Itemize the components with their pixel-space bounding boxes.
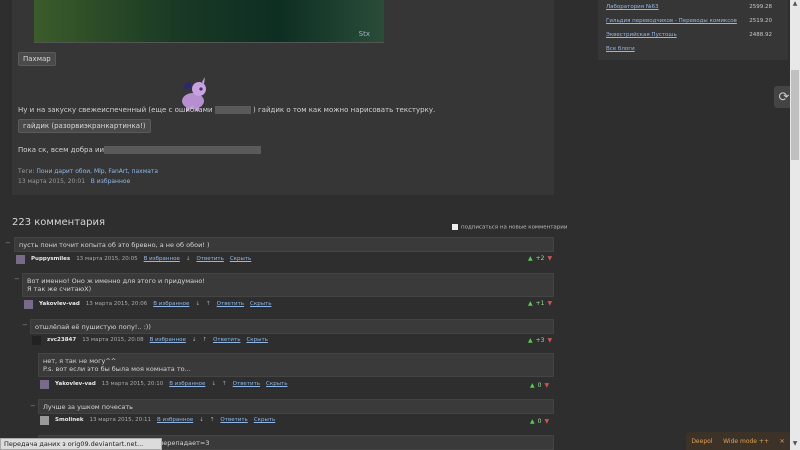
avatar[interactable] — [40, 415, 49, 425]
post-block: Stx — [12, 0, 554, 195]
arrow-down-icon[interactable]: ↓ — [195, 301, 200, 307]
browser-status-bar: Передача даних з orig09.deviantart.net..… — [0, 438, 162, 450]
sidebar-blog-rating: 2488.92 — [749, 32, 772, 38]
vote-box: ▲ +2 ▼ — [528, 255, 553, 262]
favorites-link[interactable]: В избранное — [153, 301, 189, 307]
avatar[interactable] — [16, 254, 25, 264]
scroll-down-icon[interactable]: ▼ — [791, 440, 799, 449]
image-signature: Stx — [358, 30, 370, 38]
subscribe-checkbox[interactable]: подписаться на новые комментарии — [452, 224, 567, 231]
thumb-down-icon[interactable]: ▼ — [544, 418, 549, 425]
comment-body: Вот именно! Оно ж именно для этого и при… — [22, 273, 554, 297]
sidebar-blogs: Лаборатория №63 2599.28 Гильдия переводч… — [598, 0, 788, 60]
favorites-link[interactable]: В избранное — [150, 337, 186, 343]
collapse-toggle[interactable]: − — [30, 402, 36, 410]
comment-author[interactable]: Puppysmiles — [31, 256, 70, 262]
comment-author[interactable]: Yakovlev-vad — [39, 301, 80, 307]
favorites-link[interactable]: В избранное — [144, 256, 180, 262]
post-text-line1: Ну и на закуску свежеиспеченный (еще с о… — [18, 106, 436, 114]
hide-link[interactable]: Скрыть — [254, 417, 275, 423]
reply-link[interactable]: Ответить — [220, 417, 247, 423]
comments-title: 223 комментария — [12, 217, 106, 228]
vote-box: ▲ +1 ▼ — [528, 300, 553, 307]
thumb-down-icon[interactable]: ▼ — [544, 382, 549, 389]
post-tags: Теги: Пони дарит обои, Mlp, FanArt, пахм… — [18, 168, 159, 175]
guide-button[interactable]: гайдик (разорвиэкранкартинка!) — [18, 119, 151, 133]
scroll-up-icon[interactable]: ▲ — [791, 0, 799, 9]
comment-author[interactable]: Smolinek — [55, 417, 84, 423]
arrow-up-icon[interactable]: ↑ — [210, 417, 215, 423]
comment-footer: Yakovlev-vad 13 марта 2015, 20:10 В избр… — [40, 379, 288, 389]
pahmar-button[interactable]: Пахмар — [18, 52, 56, 66]
comment-author[interactable]: Yakovlev-vad — [55, 381, 96, 387]
avatar[interactable] — [40, 379, 49, 389]
thumb-up-icon[interactable]: ▲ — [530, 382, 535, 389]
comment-footer: Yakovlev-vad 13 марта 2015, 20:06 В избр… — [24, 299, 272, 309]
reply-link[interactable]: Ответить — [213, 337, 240, 343]
comment-body: Лучше за ушком почесать — [38, 399, 554, 414]
reply-link[interactable]: Ответить — [196, 256, 223, 262]
long-spoiler[interactable] — [104, 146, 261, 154]
sidebar-blog-rating: 2519.20 — [749, 18, 772, 24]
vote-box: ▲ 0 ▼ — [530, 382, 550, 389]
comment-body: отшлёпай её пушистую попу!.. :)) — [30, 319, 554, 334]
deepol-link[interactable]: Deepol — [691, 438, 712, 445]
thumb-up-icon[interactable]: ▲ — [528, 300, 533, 307]
bottom-toolbar: Deepol Wide mode ++ ✕ — [686, 432, 790, 450]
close-icon[interactable]: ✕ — [780, 438, 785, 445]
thumb-up-icon[interactable]: ▲ — [528, 255, 533, 262]
thumb-down-icon[interactable]: ▼ — [547, 255, 552, 262]
sidebar-blog-rating: 2599.28 — [749, 4, 772, 10]
thumb-down-icon[interactable]: ▼ — [547, 337, 552, 344]
post-image[interactable]: Stx — [34, 0, 384, 43]
comment-footer: Smolinek 13 марта 2015, 20:11 В избранно… — [40, 415, 275, 425]
post-meta: 13 марта 2015, 20:01 В избранное — [18, 178, 131, 185]
thumb-down-icon[interactable]: ▼ — [547, 300, 552, 307]
tags-links[interactable]: Пони дарит обои, Mlp, FanArt, пахмата — [36, 168, 158, 175]
reply-link[interactable]: Ответить — [233, 381, 260, 387]
arrow-up-icon[interactable]: ↑ — [202, 337, 207, 343]
collapse-toggle[interactable]: − — [22, 321, 28, 329]
collapse-toggle[interactable]: − — [5, 239, 11, 247]
reply-link[interactable]: Ответить — [217, 301, 244, 307]
hide-link[interactable]: Скрыть — [250, 301, 271, 307]
arrow-down-icon[interactable]: ↓ — [199, 417, 204, 423]
collapse-toggle[interactable]: − — [14, 275, 20, 283]
page-scrollbar[interactable]: ▲ ▼ — [790, 0, 800, 450]
hide-link[interactable]: Скрыть — [266, 381, 287, 387]
hide-link[interactable]: Скрыть — [246, 337, 267, 343]
favorites-link[interactable]: В избранное — [157, 417, 193, 423]
arrow-down-icon[interactable]: ↓ — [211, 381, 216, 387]
thumb-up-icon[interactable]: ▲ — [528, 337, 533, 344]
favorites-link[interactable]: В избранное — [169, 381, 205, 387]
inline-spoiler[interactable] — [214, 106, 251, 114]
scroll-thumb[interactable] — [791, 70, 799, 160]
sidebar-blog-link[interactable]: Эквестрийская Пустошь — [606, 32, 677, 38]
sidebar-blog-link[interactable]: Гильдия переводчиков - Переводы комиксов — [606, 18, 737, 24]
comment-body: нет, я так не могу^^ P.s. вот если это б… — [38, 353, 554, 377]
avatar[interactable] — [32, 335, 41, 345]
avatar[interactable] — [24, 299, 33, 309]
arrow-up-icon[interactable]: ↑ — [222, 381, 227, 387]
hide-link[interactable]: Скрыть — [230, 256, 251, 262]
comment-body: пусть пони точит копыта об это бревно, а… — [14, 237, 554, 252]
comment-author[interactable]: zvc23847 — [47, 337, 76, 343]
comment-footer: zvc23847 13 марта 2015, 20:08 В избранно… — [32, 335, 268, 345]
wide-mode-toggle[interactable]: Wide mode ++ — [723, 438, 769, 445]
arrow-down-icon[interactable]: ↓ — [186, 256, 191, 262]
sidebar-blog-link[interactable]: Лаборатория №63 — [606, 4, 659, 10]
arrow-up-icon[interactable]: ↑ — [206, 301, 211, 307]
arrow-down-icon[interactable]: ↓ — [192, 337, 197, 343]
post-favorites-link[interactable]: В избранное — [91, 178, 131, 185]
thumb-up-icon[interactable]: ▲ — [530, 418, 535, 425]
vote-box: ▲ +3 ▼ — [528, 337, 553, 344]
comment-footer: Puppysmiles 13 марта 2015, 20:05 В избра… — [16, 254, 251, 264]
all-blogs-link[interactable]: Все блоги — [606, 46, 635, 52]
vote-box: ▲ 0 ▼ — [530, 418, 550, 425]
